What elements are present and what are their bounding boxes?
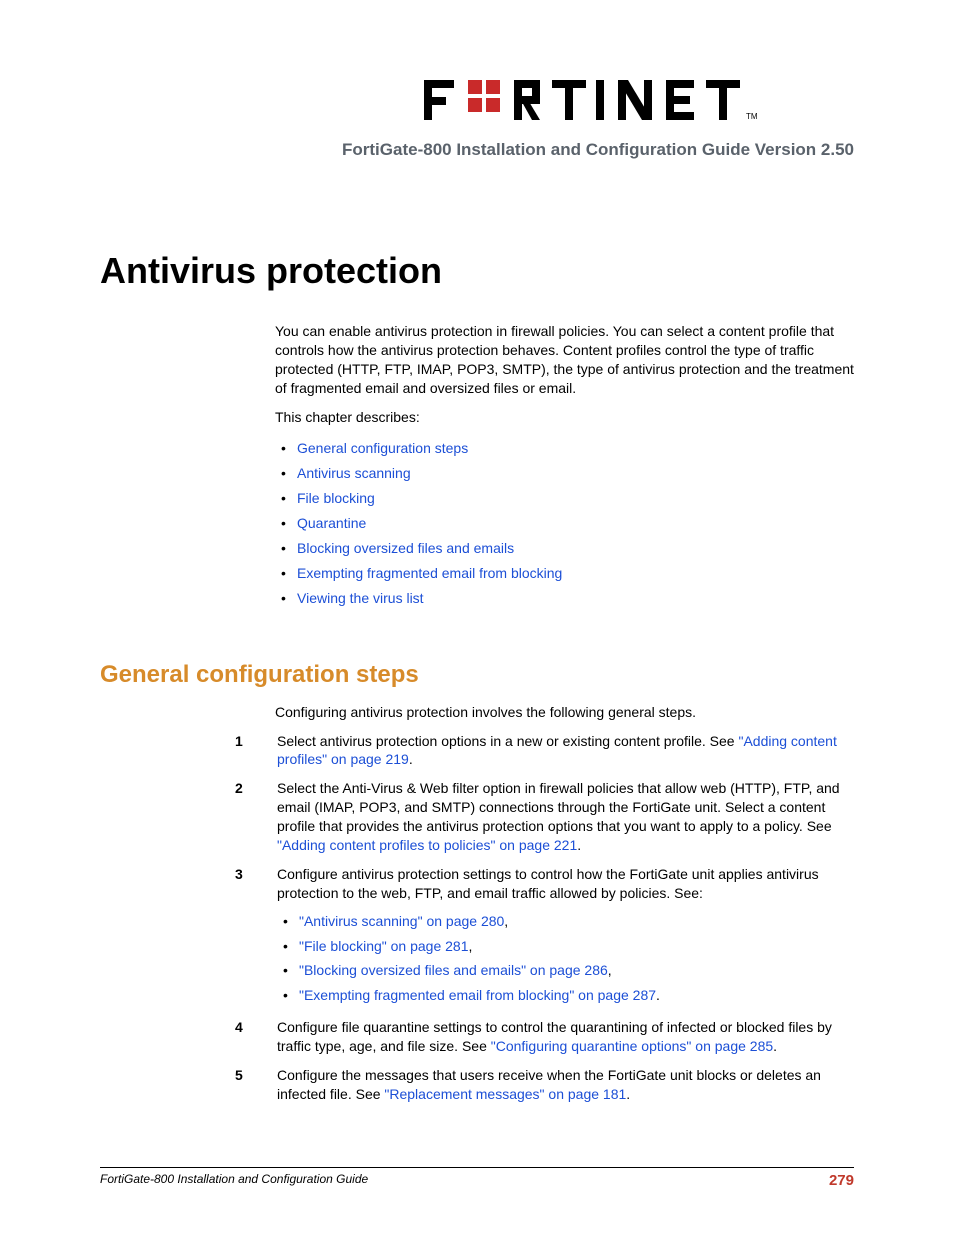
sub-item: "Blocking oversized files and emails" on… <box>277 958 854 983</box>
step-number: 1 <box>235 732 277 770</box>
step-number: 3 <box>235 865 277 1008</box>
step-number: 5 <box>235 1066 277 1104</box>
step-3-sublist: "Antivirus scanning" on page 280, "File … <box>277 909 854 1009</box>
step-body: Configure the messages that users receiv… <box>277 1066 854 1104</box>
step-number: 2 <box>235 779 277 855</box>
toc-item: Exempting fragmented email from blocking <box>275 561 854 586</box>
step-text: Select antivirus protection options in a… <box>277 733 738 749</box>
toc-item: General configuration steps <box>275 436 854 461</box>
sub-item: "Antivirus scanning" on page 280, <box>277 909 854 934</box>
toc-link-file-blocking[interactable]: File blocking <box>297 490 375 506</box>
punct: , <box>469 938 473 954</box>
fortinet-logo: TM <box>424 75 854 125</box>
step-number: 4 <box>235 1018 277 1056</box>
link-antivirus-scanning-page[interactable]: "Antivirus scanning" on page 280 <box>299 913 504 929</box>
step-body: Configure antivirus protection settings … <box>277 865 854 1008</box>
section-intro-wrapper: Configuring antivirus protection involve… <box>275 703 854 732</box>
step-body: Select the Anti-Virus & Web filter optio… <box>277 779 854 855</box>
sub-item: "File blocking" on page 281, <box>277 934 854 959</box>
link-file-blocking-page[interactable]: "File blocking" on page 281 <box>299 938 469 954</box>
punct: , <box>504 913 508 929</box>
punct: , <box>608 962 612 978</box>
toc-link-quarantine[interactable]: Quarantine <box>297 515 366 531</box>
toc-link-general-config[interactable]: General configuration steps <box>297 440 468 456</box>
toc-link-antivirus-scanning[interactable]: Antivirus scanning <box>297 465 411 481</box>
chapter-title: Antivirus protection <box>100 250 854 292</box>
step-5: 5 Configure the messages that users rece… <box>100 1066 854 1104</box>
step-text: Configure antivirus protection settings … <box>277 866 819 901</box>
step-text: Select the Anti-Virus & Web filter optio… <box>277 780 840 834</box>
section-heading-general-config: General configuration steps <box>100 661 854 689</box>
intro-paragraph-2: This chapter describes: <box>275 408 854 427</box>
link-replacement-messages[interactable]: "Replacement messages" on page 181 <box>384 1086 626 1102</box>
toc-link-exempting-fragmented[interactable]: Exempting fragmented email from blocking <box>297 565 562 581</box>
toc-item: File blocking <box>275 486 854 511</box>
chapter-toc: General configuration steps Antivirus sc… <box>275 436 854 610</box>
step-text-tail: . <box>577 837 581 853</box>
link-adding-profiles-to-policies[interactable]: "Adding content profiles to policies" on… <box>277 837 577 853</box>
step-text-tail: . <box>409 751 413 767</box>
intro-paragraph-1: You can enable antivirus protection in f… <box>275 322 854 398</box>
svg-text:TM: TM <box>746 112 758 121</box>
link-configuring-quarantine[interactable]: "Configuring quarantine options" on page… <box>491 1038 773 1054</box>
toc-item: Quarantine <box>275 511 854 536</box>
step-text-tail: . <box>773 1038 777 1054</box>
toc-item: Viewing the virus list <box>275 586 854 611</box>
step-text-tail: . <box>626 1086 630 1102</box>
link-exempting-fragmented-page[interactable]: "Exempting fragmented email from blockin… <box>299 987 656 1003</box>
toc-item: Antivirus scanning <box>275 461 854 486</box>
step-1: 1 Select antivirus protection options in… <box>100 732 854 770</box>
toc-link-viewing-virus-list[interactable]: Viewing the virus list <box>297 590 424 606</box>
page-footer: FortiGate-800 Installation and Configura… <box>100 1167 854 1189</box>
section-intro: Configuring antivirus protection involve… <box>275 703 854 722</box>
toc-link-blocking-oversized[interactable]: Blocking oversized files and emails <box>297 540 514 556</box>
punct: . <box>656 987 660 1003</box>
step-body: Configure file quarantine settings to co… <box>277 1018 854 1056</box>
link-blocking-oversized-page[interactable]: "Blocking oversized files and emails" on… <box>299 962 608 978</box>
header-subtitle: FortiGate-800 Installation and Configura… <box>100 140 854 160</box>
intro-block: You can enable antivirus protection in f… <box>275 322 854 641</box>
toc-item: Blocking oversized files and emails <box>275 536 854 561</box>
step-4: 4 Configure file quarantine settings to … <box>100 1018 854 1056</box>
logo-wrapper: TM <box>100 75 854 130</box>
document-page: TM FortiGate-800 Installation and Config… <box>0 0 954 1235</box>
step-body: Select antivirus protection options in a… <box>277 732 854 770</box>
step-2: 2 Select the Anti-Virus & Web filter opt… <box>100 779 854 855</box>
step-3: 3 Configure antivirus protection setting… <box>100 865 854 1008</box>
footer-doc-title: FortiGate-800 Installation and Configura… <box>100 1172 368 1189</box>
sub-item: "Exempting fragmented email from blockin… <box>277 983 854 1008</box>
footer-page-number: 279 <box>829 1172 854 1189</box>
